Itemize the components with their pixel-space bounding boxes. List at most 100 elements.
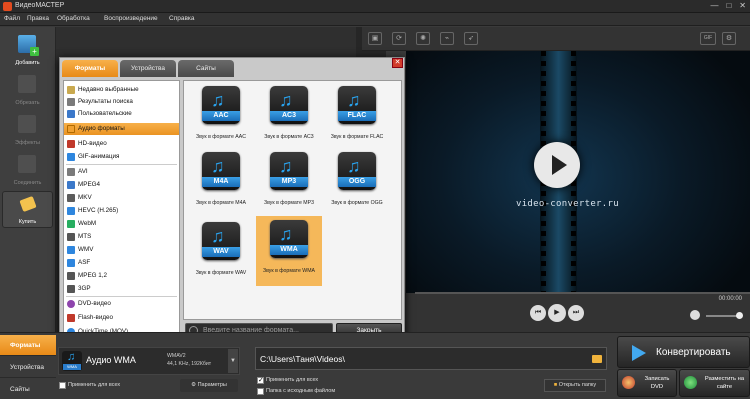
- source-folder-checkbox[interactable]: [257, 388, 264, 395]
- menu-edit[interactable]: Правка: [27, 15, 49, 22]
- burn-dvd-button[interactable]: Записать DVD: [617, 369, 677, 397]
- category-wmv[interactable]: WMV: [64, 244, 179, 256]
- speed-icon[interactable]: ⌁: [440, 32, 454, 45]
- category-label: AVI: [78, 168, 88, 175]
- category-mkv[interactable]: MKV: [64, 192, 179, 204]
- category-audio[interactable]: Аудио форматы: [64, 123, 179, 135]
- format-tile-ogg[interactable]: ♫ OGG Звук в формате OGG: [324, 148, 390, 218]
- film-icon: [67, 181, 75, 189]
- run-icon[interactable]: ➶: [464, 32, 478, 45]
- menu-help[interactable]: Справка: [169, 15, 195, 22]
- bottom-tab-formats[interactable]: Форматы: [0, 335, 56, 356]
- apply-all-checkbox[interactable]: [59, 382, 66, 389]
- join-button[interactable]: Соединить: [2, 151, 53, 188]
- cut-button[interactable]: Обрезать: [2, 71, 53, 108]
- category-hevc[interactable]: HEVC (H.265): [64, 205, 179, 217]
- big-play-icon[interactable]: [534, 142, 580, 188]
- crop-icon[interactable]: ▣: [368, 32, 382, 45]
- category-gif[interactable]: GIF-анимация: [64, 151, 179, 163]
- parameters-button[interactable]: ⚙ Параметры: [180, 379, 238, 392]
- output-path-field[interactable]: C:\Users\Таня\Videos\: [255, 347, 607, 370]
- folder-icon[interactable]: [592, 355, 602, 363]
- join-button-label: Соединить: [13, 180, 42, 186]
- film-icon: [67, 246, 75, 254]
- category-label: Недавно выбранные: [78, 86, 139, 93]
- music-note-icon: ♫ M4A: [202, 152, 240, 190]
- wma-format-icon: ♫ WMA: [62, 351, 82, 371]
- format-tile-aac[interactable]: ♫ AAC Звук в формате AAC: [188, 82, 254, 152]
- category-mpeg4[interactable]: MPEG4: [64, 179, 179, 191]
- timeline-slider[interactable]: [415, 292, 750, 294]
- category-label: MPEG4: [78, 181, 101, 188]
- category-hd[interactable]: HD-видео: [64, 138, 179, 150]
- category-webm[interactable]: WebM: [64, 218, 179, 230]
- category-avi[interactable]: AVI: [64, 166, 179, 178]
- format-category-list: Недавно выбранные Результаты поиска Поль…: [63, 80, 180, 340]
- brightness-icon[interactable]: ✺: [416, 32, 430, 45]
- maximize-button[interactable]: □: [726, 1, 731, 10]
- volume-slider[interactable]: [706, 315, 740, 317]
- minimize-button[interactable]: —: [710, 1, 718, 10]
- category-asf[interactable]: ASF: [64, 257, 179, 269]
- buy-button-label: Купить: [18, 219, 37, 225]
- volume-knob[interactable]: [736, 312, 743, 319]
- next-icon[interactable]: ⏭: [568, 305, 584, 321]
- bottom-tab-sites[interactable]: Сайты: [0, 379, 56, 399]
- menu-file[interactable]: Файл: [4, 15, 20, 22]
- format-tile-wav[interactable]: ♫ WAV Звук в формате WAV: [188, 218, 254, 288]
- format-caption: Звук в формате WAV: [195, 270, 247, 276]
- film-icon: [67, 285, 75, 293]
- format-tile-flac[interactable]: ♫ FLAC Звук в формате FLAC: [324, 82, 390, 152]
- menu-processing[interactable]: Обработка: [57, 15, 90, 22]
- apply-all-path-checkbox[interactable]: [257, 376, 264, 384]
- effects-button[interactable]: Эффекты: [2, 111, 53, 148]
- format-tile-mp3[interactable]: ♫ MP3 Звук в формате MP3: [256, 148, 322, 218]
- menu-playback[interactable]: Воспроизведение: [104, 15, 158, 22]
- category-search-results[interactable]: Результаты поиска: [64, 96, 179, 108]
- chevron-down-icon[interactable]: ▼: [228, 349, 238, 373]
- user-icon: [67, 110, 75, 118]
- settings-icon[interactable]: ⚙: [722, 32, 736, 45]
- category-label: HD-видео: [78, 140, 107, 147]
- category-recent[interactable]: Недавно выбранные: [64, 84, 179, 96]
- category-label: GIF-анимация: [78, 153, 120, 160]
- video-preview[interactable]: [406, 51, 750, 331]
- open-folder-button[interactable]: ■ Открыть папку: [544, 379, 606, 392]
- close-window-button[interactable]: ✕: [739, 1, 746, 10]
- category-dvd[interactable]: DVD-видео: [64, 298, 179, 310]
- format-tile-ac3[interactable]: ♫ AC3 Звук в формате AC3: [256, 82, 322, 152]
- convert-button[interactable]: Конвертировать: [617, 336, 750, 368]
- format-tile-m4a[interactable]: ♫ M4A Звук в формате M4A: [188, 148, 254, 218]
- category-flash[interactable]: Flash-видео: [64, 312, 179, 324]
- film-icon: [67, 259, 75, 267]
- add-button[interactable]: + Добавить: [2, 31, 53, 68]
- category-mts[interactable]: MTS: [64, 231, 179, 243]
- category-label: WMV: [78, 246, 94, 253]
- previous-icon[interactable]: ⏮: [530, 305, 546, 321]
- publish-site-button[interactable]: Разместить на сайте: [679, 369, 750, 397]
- format-caption: Звук в формате AC3: [264, 134, 314, 140]
- dialog-close-icon[interactable]: ✕: [392, 58, 403, 68]
- play-icon[interactable]: ▶: [548, 304, 566, 322]
- category-3gp[interactable]: 3GP: [64, 283, 179, 295]
- tab-formats[interactable]: Форматы: [62, 60, 118, 77]
- tab-devices[interactable]: Устройства: [120, 60, 176, 77]
- rotate-icon[interactable]: ⟳: [392, 32, 406, 45]
- tab-sites[interactable]: Сайты: [178, 60, 234, 77]
- format-tile-wma[interactable]: ♫ WMA Звук в формате WMA: [256, 216, 322, 286]
- category-mpeg12[interactable]: MPEG 1,2: [64, 270, 179, 282]
- volume-icon[interactable]: [690, 310, 700, 320]
- output-path: C:\Users\Таня\Videos\: [260, 354, 345, 364]
- parameters-label: Параметры: [197, 382, 227, 388]
- category-custom[interactable]: Пользовательские: [64, 108, 179, 120]
- category-label: Flash-видео: [78, 314, 114, 321]
- output-format-selector[interactable]: ♫ WMA Аудио WMA WMAV2 44,1 KHz, 192Кбит ▼: [58, 347, 240, 375]
- bottom-tab-devices[interactable]: Устройства: [0, 357, 56, 378]
- gif-icon[interactable]: GIF: [700, 32, 716, 45]
- list-divider: [66, 296, 177, 297]
- format-caption: Звук в формате FLAC: [330, 134, 384, 140]
- music-note-icon: ♫ AC3: [270, 86, 308, 124]
- buy-button[interactable]: Купить: [2, 191, 53, 228]
- apply-all-label: Применить для всех: [68, 382, 121, 388]
- gif-icon: [67, 153, 75, 161]
